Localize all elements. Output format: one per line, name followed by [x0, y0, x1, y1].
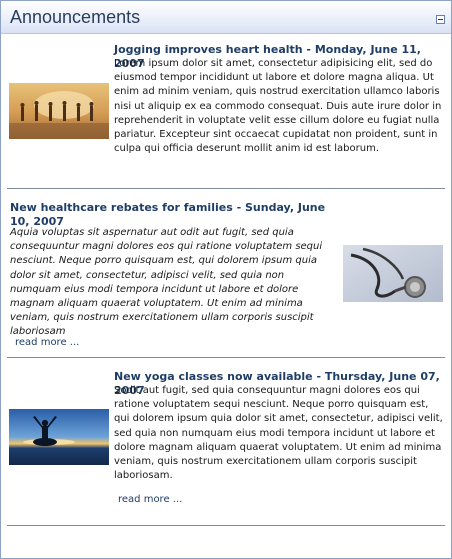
collapse-minus-icon[interactable]: [436, 15, 445, 24]
announcement-body: Sodit aut fugit, sed quia consequuntur m…: [114, 385, 443, 482]
announcement-body: Lorem ipsum dolor sit amet, consectetur …: [114, 58, 442, 155]
read-more-link[interactable]: read more ...: [118, 494, 182, 505]
panel-title: Announcements: [10, 7, 141, 27]
announcements-panel: Announcements Jogging improves heart hea…: [0, 0, 452, 559]
read-more-link[interactable]: read more ...: [15, 337, 79, 348]
divider: [7, 525, 445, 526]
yoga-meditation-image: [9, 409, 109, 465]
announcement-title[interactable]: New healthcare rebates for families - Su…: [10, 201, 330, 229]
divider: [7, 188, 445, 189]
divider: [7, 357, 445, 358]
stethoscope-image: [343, 245, 443, 302]
joggers-at-sunset-image: [9, 83, 109, 139]
announcement-body: Aquia voluptas sit aspernatur aut odit a…: [10, 227, 323, 338]
panel-header: Announcements: [1, 1, 451, 34]
